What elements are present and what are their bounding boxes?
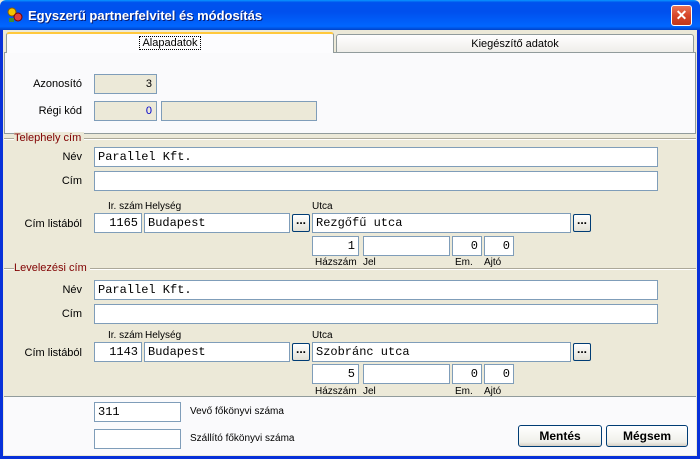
levelezesi-cim-label: Cím	[61, 308, 82, 320]
telephely-helyseg-input[interactable]: Budapest	[144, 213, 290, 233]
levelezesi-helyseg-browse-button[interactable]: ...	[292, 343, 310, 361]
levelezesi-jel-input[interactable]	[363, 364, 450, 384]
window-title: Egyszerű partnerfelvitel és módosítás	[28, 8, 263, 23]
tab-alapadatok-label: Alapadatok	[139, 36, 201, 50]
telephely-em-input[interactable]: 0	[452, 236, 482, 256]
telephely-utca-input[interactable]: Rezgőfű utca	[312, 213, 571, 233]
app-icon	[7, 7, 23, 22]
azonosito-field: 3	[94, 74, 157, 94]
telephely-jel-input[interactable]	[363, 236, 450, 256]
levelezesi-hazszam-input[interactable]: 5	[312, 364, 359, 384]
telephely-ajto-label: Ajtó	[484, 257, 502, 268]
telephely-cim-label: Cím	[61, 175, 82, 187]
telephely-cim-listabol-label: Cím listából	[24, 218, 82, 230]
azonosito-label: Azonosító	[33, 78, 82, 90]
close-button[interactable]: ✕	[671, 5, 692, 26]
telephely-utca-label: Utca	[312, 201, 333, 212]
tab-kiegeszito-adatok-label: Kiegészítő adatok	[471, 38, 559, 50]
telephely-irszam-input[interactable]: 1165	[94, 213, 142, 233]
levelezesi-helyseg-input[interactable]: Budapest	[144, 342, 290, 362]
telephely-helyseg-label: Helység	[145, 201, 182, 212]
levelezesi-helyseg-label: Helység	[145, 330, 182, 341]
levelezesi-utca-input[interactable]: Szobránc utca	[312, 342, 571, 362]
levelezesi-utca-browse-button[interactable]: ...	[573, 343, 591, 361]
levelezesi-utca-label: Utca	[312, 330, 333, 341]
telephely-helyseg-browse-button[interactable]: ...	[292, 214, 310, 232]
szallito-fokonyvi-label: Szállító főkönyvi száma	[190, 433, 295, 444]
telephely-nev-label: Név	[62, 151, 82, 163]
szallito-fokonyvi-input[interactable]	[94, 429, 181, 449]
levelezesi-section-title: Levelezési cím	[14, 262, 90, 274]
levelezesi-ajto-input[interactable]: 0	[484, 364, 514, 384]
telephely-utca-browse-button[interactable]: ...	[573, 214, 591, 232]
save-button[interactable]: Mentés	[518, 425, 602, 447]
levelezesi-em-input[interactable]: 0	[452, 364, 482, 384]
levelezesi-cim-listabol-label: Cím listából	[24, 347, 82, 359]
telephely-hazszam-input[interactable]: 1	[312, 236, 359, 256]
tab-alapadatok[interactable]: Alapadatok	[6, 32, 334, 53]
telephely-divider	[4, 138, 696, 140]
telephely-hazszam-label: Házszám	[315, 257, 357, 268]
telephely-section-title: Telephely cím	[14, 132, 85, 144]
window-frame-left	[0, 30, 3, 459]
telephely-nev-input[interactable]: Parallel Kft.	[94, 147, 658, 167]
telephely-cim-input[interactable]	[94, 171, 658, 191]
telephely-jel-label: Jel	[363, 257, 376, 268]
cancel-button[interactable]: Mégsem	[606, 425, 688, 447]
vevo-fokonyvi-label: Vevő főkönyvi száma	[190, 406, 284, 417]
regi-kod-label: Régi kód	[38, 105, 82, 117]
telephely-ajto-input[interactable]: 0	[484, 236, 514, 256]
close-icon: ✕	[675, 7, 688, 23]
levelezesi-nev-label: Név	[62, 284, 82, 296]
levelezesi-cim-input[interactable]	[94, 304, 658, 324]
regi-kod-field: 0	[94, 101, 157, 121]
window-titlebar[interactable]: Egyszerű partnerfelvitel és módosítás ✕	[0, 0, 700, 30]
telephely-em-label: Em.	[455, 257, 473, 268]
regi-kod-extra-field	[161, 101, 317, 121]
levelezesi-irszam-input[interactable]: 1143	[94, 342, 142, 362]
vevo-fokonyvi-input[interactable]: 311	[94, 402, 181, 422]
levelezesi-nev-input[interactable]: Parallel Kft.	[94, 280, 658, 300]
telephely-irszam-label: Ir. szám	[108, 201, 144, 212]
levelezesi-divider	[4, 268, 696, 270]
levelezesi-irszam-label: Ir. szám	[108, 330, 144, 341]
